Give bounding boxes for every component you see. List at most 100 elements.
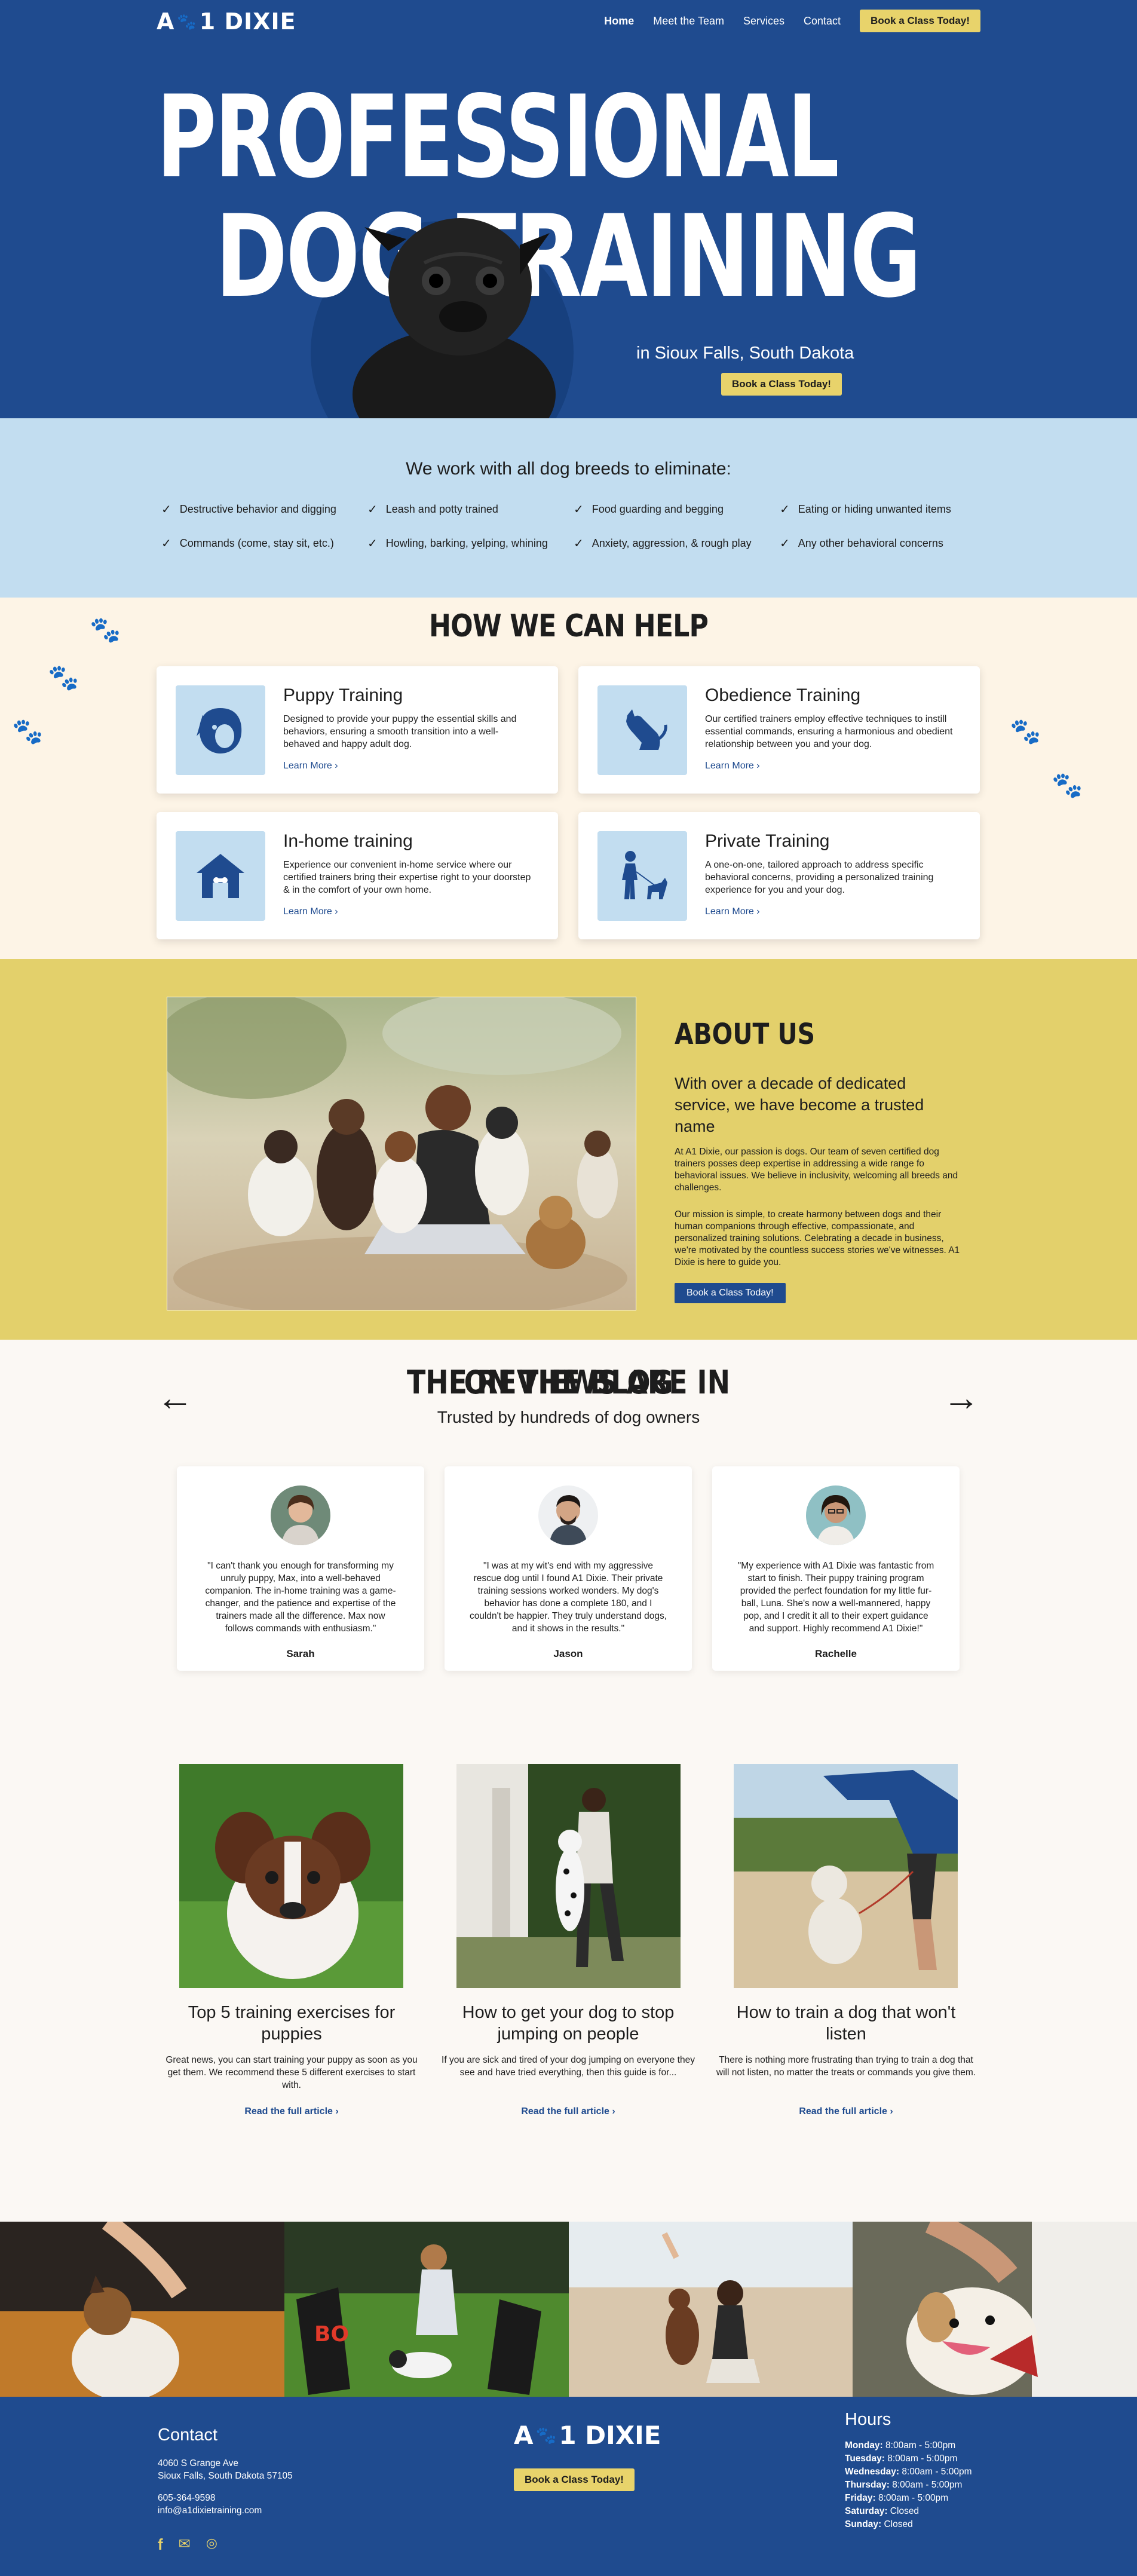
nav-meet-team[interactable]: Meet the Team bbox=[653, 15, 724, 27]
hours-row: Wednesday: 8:00am - 5:00pm bbox=[845, 2465, 972, 2479]
main-menu: Home Meet the Team Services Contact Book… bbox=[604, 10, 980, 32]
mail-icon[interactable]: ✉ bbox=[179, 2535, 191, 2554]
card-title: Private Training bbox=[705, 831, 830, 851]
svg-text:BO: BO bbox=[314, 2322, 349, 2347]
read-article-link[interactable]: Read the full article › bbox=[437, 2106, 700, 2117]
breed-item: ✓ Eating or hiding unwanted items bbox=[780, 502, 986, 517]
doghouse-icon bbox=[176, 831, 265, 921]
hours-day: Sunday: bbox=[845, 2519, 882, 2529]
read-article-link[interactable]: Read the full article › bbox=[715, 2106, 977, 2117]
hours-row: Friday: 8:00am - 5:00pm bbox=[845, 2492, 972, 2505]
nav-book-button[interactable]: Book a Class Today! bbox=[860, 10, 980, 32]
instagram-icon[interactable]: ◎ bbox=[206, 2535, 217, 2554]
logo-text: 1 DIXIE bbox=[559, 2421, 661, 2450]
phone-link[interactable]: 605-364-9598 bbox=[158, 2492, 293, 2504]
nav-contact[interactable]: Contact bbox=[804, 15, 841, 27]
nav-services[interactable]: Services bbox=[743, 15, 784, 27]
footer-logo[interactable]: A 🐾1 DIXIE bbox=[514, 2421, 661, 2450]
blog-excerpt: There is nothing more frustrating than t… bbox=[716, 2055, 976, 2078]
card-title: Puppy Training bbox=[283, 685, 403, 705]
read-article-link[interactable]: Read the full article › bbox=[160, 2106, 423, 2117]
learn-more-link[interactable]: Learn More › bbox=[705, 761, 760, 771]
hero-location: in Sioux Falls, South Dakota bbox=[636, 344, 854, 363]
top-nav: A 🐾 1 DIXIE Home Meet the Team Services Co… bbox=[0, 0, 1137, 42]
blog-image-jumping[interactable] bbox=[456, 1764, 681, 1988]
paw-print-icon: 🐾 bbox=[1010, 717, 1041, 745]
paw-print-icon: 🐾 bbox=[48, 663, 79, 691]
about-book-button[interactable]: Book a Class Today! bbox=[675, 1283, 786, 1303]
card-text: Our certified trainers employ effective … bbox=[705, 714, 953, 749]
nav-home[interactable]: Home bbox=[604, 15, 634, 27]
paw-print-icon: 🐾 bbox=[12, 717, 44, 745]
logo-letter: A bbox=[157, 8, 175, 35]
footer-contact: Contact 4060 S Grange Ave Sioux Falls, S… bbox=[158, 2425, 293, 2517]
check-icon: ✓ bbox=[574, 537, 584, 550]
hours-time: 8:00am - 5:00pm bbox=[899, 2467, 972, 2477]
site-logo[interactable]: A 🐾 1 DIXIE bbox=[157, 8, 296, 35]
breed-item: ✓ Anxiety, aggression, & rough play bbox=[574, 536, 780, 551]
card-text: Experience our convenient in-home servic… bbox=[283, 860, 531, 895]
breeds-section: We work with all dog breeds to eliminate… bbox=[0, 418, 1137, 598]
breed-label: Commands (come, stay sit, etc.) bbox=[179, 537, 334, 549]
check-icon: ✓ bbox=[161, 537, 171, 550]
review-text: "I can't thank you enough for transformi… bbox=[205, 1561, 396, 1634]
service-card-private[interactable]: Private Training A one-on-one, tailored … bbox=[578, 812, 980, 939]
blog-image-listening[interactable] bbox=[734, 1764, 958, 1988]
service-card-in-home[interactable]: In-home training Experience our convenie… bbox=[157, 812, 558, 939]
breed-label: Leash and potty trained bbox=[385, 503, 498, 515]
check-icon: ✓ bbox=[367, 537, 378, 550]
card-title: Obedience Training bbox=[705, 685, 861, 705]
help-heading: HOW WE CAN HELP bbox=[428, 608, 709, 644]
blog-image-puppy[interactable] bbox=[179, 1764, 403, 1988]
blog-excerpt: Great news, you can start training your … bbox=[166, 2055, 418, 2090]
check-icon: ✓ bbox=[574, 503, 584, 516]
check-icon: ✓ bbox=[161, 503, 171, 516]
hero-section: A 🐾 1 DIXIE Home Meet the Team Services Co… bbox=[0, 0, 1137, 418]
breed-item: ✓ Leash and potty trained bbox=[367, 502, 574, 517]
breed-item: ✓ Destructive behavior and digging bbox=[161, 502, 367, 517]
blog-title[interactable]: How to get your dog to stop jumping on p… bbox=[437, 2002, 700, 2045]
breed-item: ✓ Any other behavioral concerns bbox=[780, 536, 986, 551]
learn-more-link[interactable]: Learn More › bbox=[705, 906, 760, 917]
social-links: f ✉ ◎ bbox=[158, 2535, 217, 2554]
blog-title[interactable]: Top 5 training exercises for puppies bbox=[160, 2002, 423, 2045]
learn-more-link[interactable]: Learn More › bbox=[283, 906, 338, 917]
reviewer-name: Rachelle bbox=[815, 1648, 857, 1659]
about-paragraph-2: Our mission is simple, to create harmony… bbox=[675, 1209, 960, 1267]
logo-letter: A bbox=[514, 2421, 534, 2450]
learn-more-link[interactable]: Learn More › bbox=[283, 761, 338, 771]
breed-label: Anxiety, aggression, & rough play bbox=[592, 537, 752, 549]
reviews-subtitle: Trusted by hundreds of dog owners bbox=[437, 1408, 700, 1426]
breed-label: Food guarding and begging bbox=[592, 503, 724, 515]
service-card-obedience[interactable]: Obedience Training Our certified trainer… bbox=[578, 666, 980, 794]
breed-item: ✓ Howling, barking, yelping, whining bbox=[367, 536, 574, 551]
hours-heading: Hours bbox=[845, 2410, 891, 2429]
about-section: ABOUT US With over a decade of dedicated… bbox=[0, 959, 1137, 1340]
service-card-puppy[interactable]: Puppy Training Designed to provide your … bbox=[157, 666, 558, 794]
about-lead: With over a decade of dedicated service,… bbox=[675, 1074, 924, 1135]
photo-strip: BO bbox=[0, 2222, 1137, 2397]
footer-book-button[interactable]: Book a Class Today! bbox=[514, 2468, 635, 2491]
email-link[interactable]: info@a1dixietraining.com bbox=[158, 2504, 293, 2517]
pug-image bbox=[353, 218, 556, 418]
hours-row: Thursday: 8:00am - 5:00pm bbox=[845, 2479, 972, 2492]
review-text: "I was at my wit's end with my aggressiv… bbox=[469, 1561, 667, 1634]
card-text: Designed to provide your puppy the essen… bbox=[283, 714, 517, 749]
hours-day: Wednesday: bbox=[845, 2467, 900, 2477]
avatar bbox=[271, 1485, 330, 1545]
facebook-icon[interactable]: f bbox=[158, 2535, 163, 2554]
sitting-dog-icon bbox=[597, 685, 687, 775]
logo-text: 1 DIXIE bbox=[199, 8, 296, 35]
strip-photo-sheltie bbox=[0, 2222, 284, 2397]
address-line-2: Sioux Falls, South Dakota 57105 bbox=[158, 2471, 293, 2481]
hours-time: Closed bbox=[887, 2506, 920, 2516]
blog-title[interactable]: How to train a dog that won't listen bbox=[715, 2002, 977, 2045]
hours-day: Friday: bbox=[845, 2493, 876, 2503]
hero-book-button[interactable]: Book a Class Today! bbox=[721, 373, 842, 396]
hours-day: Tuesday: bbox=[845, 2454, 885, 2464]
card-title: In-home training bbox=[283, 831, 413, 851]
hours-time: Closed bbox=[881, 2519, 913, 2529]
hours-day: Monday: bbox=[845, 2440, 883, 2451]
hours-row: Monday: 8:00am - 5:00pm bbox=[845, 2439, 972, 2452]
paw-icon: 🐾 bbox=[535, 2425, 557, 2445]
